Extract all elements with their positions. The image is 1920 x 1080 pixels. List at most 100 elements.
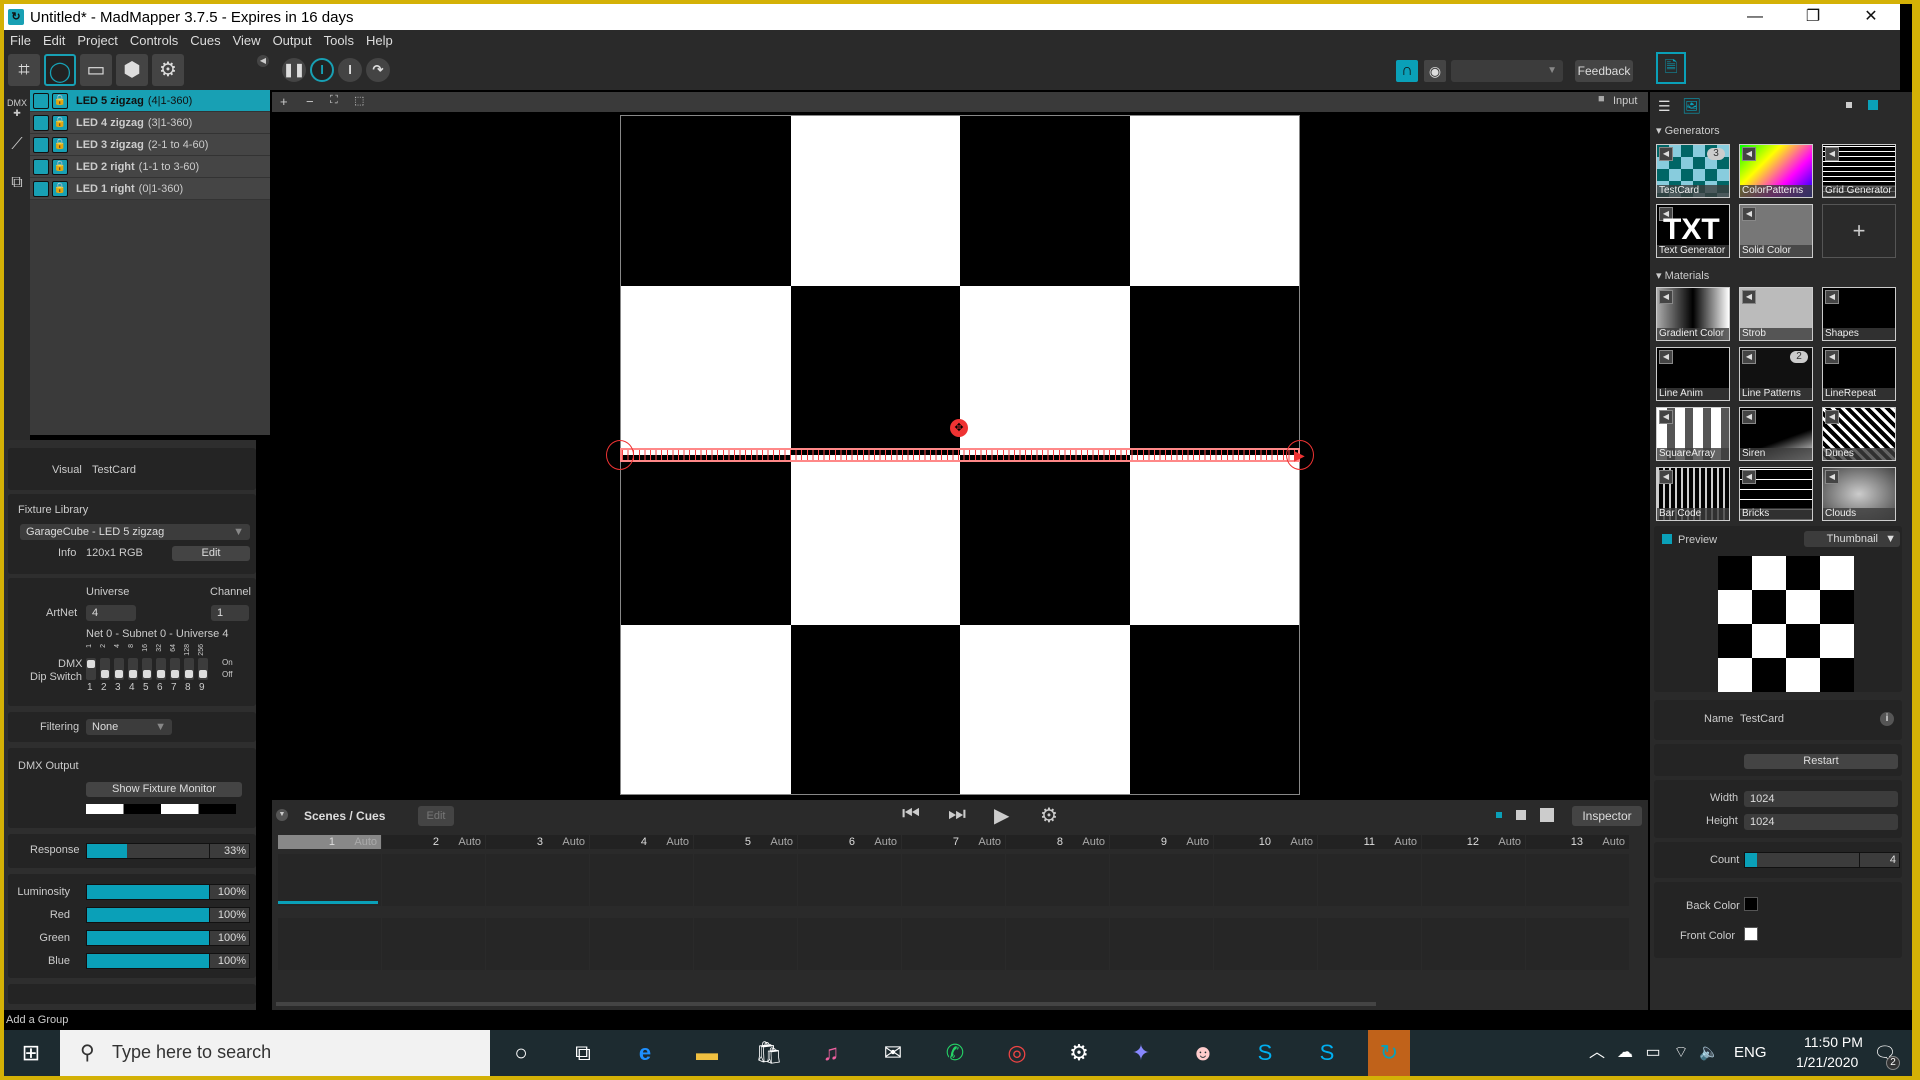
select-area-icon[interactable]: ⬚ — [354, 94, 364, 107]
cue-slot[interactable] — [798, 918, 901, 970]
show-hidden-icons[interactable]: ︿ — [1582, 1038, 1612, 1068]
cue-slot[interactable] — [1318, 918, 1421, 970]
move-handle-icon[interactable]: ✥ — [950, 419, 968, 437]
cue-header[interactable]: 12 Auto — [1422, 835, 1525, 849]
preview-arrow-icon[interactable]: ◀ — [1742, 470, 1756, 484]
edit-fixture-button[interactable]: Edit — [172, 546, 250, 561]
response-slider[interactable]: 33% — [86, 843, 250, 859]
cue-slot[interactable] — [1006, 918, 1109, 970]
count-slider[interactable]: 4 — [1744, 852, 1900, 868]
show-fixture-monitor-button[interactable]: Show Fixture Monitor — [86, 782, 242, 797]
lock-icon[interactable]: 🔒 — [52, 180, 68, 197]
led-fixture-strip[interactable] — [620, 448, 1300, 462]
dip-switch[interactable] — [184, 658, 194, 680]
cue-header[interactable]: 5 Auto — [694, 835, 797, 849]
cue-header[interactable]: 4 Auto — [590, 835, 693, 849]
input-toggle-icon[interactable]: ■ — [1598, 93, 1605, 105]
add-group-label[interactable]: Add a Group — [6, 1014, 68, 1026]
lock-icon[interactable]: 🔒 — [52, 136, 68, 153]
cue-slot[interactable] — [1214, 918, 1317, 970]
menu-edit[interactable]: Edit — [37, 33, 71, 48]
dip-switch[interactable] — [114, 658, 124, 680]
zoom-out-icon[interactable]: − — [306, 94, 314, 109]
restart-button[interactable]: Restart — [1744, 754, 1898, 769]
add-generator-button[interactable]: + — [1822, 204, 1896, 258]
cue-settings-gear-icon[interactable]: ⚙ — [1040, 803, 1058, 828]
add-group-icon[interactable]: ⧉ — [4, 174, 30, 204]
collapse-icon[interactable]: ◀ — [257, 55, 269, 67]
small-thumb-icon[interactable] — [1846, 102, 1852, 108]
library-item-testcard[interactable]: ◀ 3 TestCard — [1656, 144, 1730, 198]
cue-slot[interactable] — [382, 854, 485, 906]
cue-slot[interactable] — [694, 854, 797, 906]
dip-switch[interactable] — [86, 658, 96, 680]
channel-stepper[interactable]: 1 — [211, 605, 249, 621]
list-view-icon[interactable]: ☰ — [1658, 98, 1671, 115]
freeze-icon[interactable]: I — [338, 58, 362, 82]
cue-slot[interactable] — [1422, 854, 1525, 906]
redo-icon[interactable]: ↷ — [366, 58, 390, 82]
lock-icon[interactable]: 🔒 — [52, 92, 68, 109]
info-icon[interactable]: i — [1880, 712, 1894, 726]
preview-arrow-icon[interactable]: ◀ — [1825, 147, 1839, 161]
dip-switch[interactable] — [142, 658, 152, 680]
preview-arrow-icon[interactable]: ◀ — [1825, 350, 1839, 364]
layer-item[interactable]: 🔒 LED 1 right (0|1-360) — [30, 178, 270, 200]
cue-slot[interactable] — [1526, 918, 1629, 970]
next-cue-icon[interactable]: ⏭ — [948, 803, 966, 826]
mail-icon[interactable]: ✉ — [878, 1038, 908, 1068]
luminosity-slider[interactable]: 100% — [86, 884, 250, 900]
collapse-scenes-icon[interactable]: ▼ — [276, 809, 288, 821]
3d-mode-icon[interactable]: ⬢ — [116, 54, 148, 86]
red-slider[interactable]: 100% — [86, 907, 250, 923]
preview-arrow-icon[interactable]: ◀ — [1742, 147, 1756, 161]
app-bird-icon[interactable]: ✦ — [1126, 1038, 1156, 1068]
library-item-strob[interactable]: ◀ Strob — [1739, 287, 1813, 341]
preview-mode-select[interactable]: Thumbnail ▼ — [1804, 531, 1900, 547]
library-item-bricks[interactable]: ◀ Bricks — [1739, 467, 1813, 521]
chrome-icon[interactable]: ◎ — [1002, 1038, 1032, 1068]
play-icon[interactable]: ▶ — [994, 803, 1009, 828]
generators-header[interactable]: ▾ Generators — [1656, 124, 1720, 137]
skype-business-icon[interactable]: S — [1312, 1038, 1342, 1068]
layer-visibility-checkbox[interactable] — [33, 136, 49, 153]
library-item-gradient-color[interactable]: ◀ Gradient Color — [1656, 287, 1730, 341]
cue-slot[interactable] — [1422, 918, 1525, 970]
clock-time[interactable]: 11:50 PM — [1804, 1034, 1863, 1050]
library-item-line-patterns[interactable]: ◀ 2 Line Patterns — [1739, 347, 1813, 401]
cue-slot[interactable] — [1110, 918, 1213, 970]
preview-arrow-icon[interactable]: ◀ — [1659, 350, 1673, 364]
menu-file[interactable]: File — [4, 33, 37, 48]
cue-header[interactable]: 9 Auto — [1110, 835, 1213, 849]
taskbar-search-box[interactable]: ⚲ Type here to search — [60, 1030, 490, 1076]
cue-header[interactable]: 13 Auto — [1526, 835, 1629, 849]
library-item-text-generator[interactable]: ◀ TXT Text Generator — [1656, 204, 1730, 258]
preview-arrow-icon[interactable]: ◀ — [1825, 470, 1839, 484]
library-item-siren[interactable]: ◀ Siren — [1739, 407, 1813, 461]
menu-cues[interactable]: Cues — [184, 33, 226, 48]
scenes-horizontal-scrollbar[interactable] — [276, 1002, 1376, 1006]
layer-visibility-checkbox[interactable] — [33, 92, 49, 109]
cue-slot[interactable] — [278, 918, 381, 970]
cue-slot[interactable] — [1110, 854, 1213, 906]
cue-header[interactable]: 3 Auto — [486, 835, 589, 849]
preview-arrow-icon[interactable]: ◀ — [1825, 290, 1839, 304]
cue-slot[interactable] — [1526, 854, 1629, 906]
add-line-fixture-icon[interactable]: ⟋ — [4, 136, 30, 166]
layer-visibility-checkbox[interactable] — [33, 158, 49, 175]
preview-arrow-icon[interactable]: ◀ — [1742, 290, 1756, 304]
cue-slot[interactable] — [694, 918, 797, 970]
windows-start-icon[interactable]: ⊞ — [16, 1038, 46, 1068]
preview-arrow-icon[interactable]: ◀ — [1659, 410, 1673, 424]
library-item-colorpatterns[interactable]: ◀ ColorPatterns — [1739, 144, 1813, 198]
preview-arrow-icon[interactable]: ◀ — [1825, 410, 1839, 424]
surface-mode-icon[interactable]: ⌗ — [8, 54, 40, 86]
preview-checkbox[interactable] — [1662, 534, 1672, 544]
preview-arrow-icon[interactable]: ◀ — [1742, 350, 1756, 364]
library-item-linerepeat[interactable]: ◀ LineRepeat — [1822, 347, 1896, 401]
cue-header[interactable]: 6 Auto — [798, 835, 901, 849]
scenes-edit-button[interactable]: Edit — [418, 806, 454, 826]
preview-arrow-icon[interactable]: ◀ — [1659, 290, 1673, 304]
cue-slot[interactable] — [382, 918, 485, 970]
lock-icon[interactable]: 🔒 — [52, 114, 68, 131]
